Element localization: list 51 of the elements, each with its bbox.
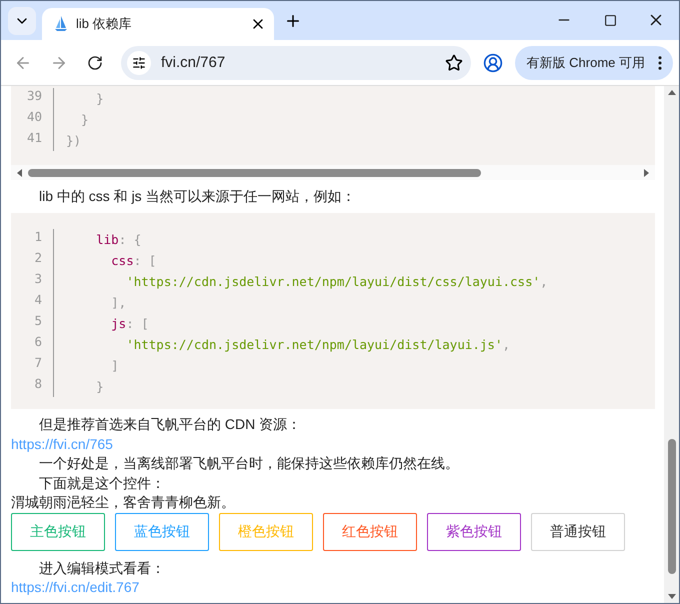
code-line: 'https://cdn.jsdelivr.net/npm/layui/dist/css/layui.css', bbox=[125, 273, 548, 291]
code-line: } bbox=[95, 378, 104, 396]
code-line: } bbox=[80, 111, 89, 129]
paragraph: 进入编辑模式看看： bbox=[38, 558, 166, 578]
paragraph: lib 中的 css 和 js 当然可以来源于任一网站，例如： bbox=[38, 187, 357, 206]
paragraph: 一个好处是，当离线部署飞帆平台时，能保持这些依赖库仍然在线。 bbox=[38, 454, 460, 473]
line-number: 3 bbox=[11, 271, 54, 292]
browser-tab[interactable]: lib 依赖库 bbox=[42, 8, 274, 40]
maximize-icon[interactable] bbox=[604, 14, 616, 26]
profile-icon[interactable] bbox=[482, 52, 503, 72]
link[interactable]: https://fvi.cn/765 bbox=[11, 434, 655, 454]
line-number: 2 bbox=[11, 250, 54, 271]
outline-button[interactable]: 普通按钮 bbox=[531, 512, 625, 550]
line-number: 8 bbox=[11, 376, 54, 397]
line-number: 5 bbox=[11, 313, 54, 334]
vertical-scrollbar[interactable] bbox=[664, 86, 679, 603]
new-tab-icon[interactable] bbox=[284, 12, 302, 30]
line-number: 40 bbox=[11, 109, 54, 130]
line-number: 4 bbox=[11, 292, 54, 313]
line-number: 39 bbox=[11, 88, 54, 109]
code-line: } bbox=[95, 90, 104, 108]
paragraph: 但是推荐首选来自飞帆平台的 CDN 资源： bbox=[38, 415, 302, 434]
paragraph: 渭城朝雨浥轻尘，客舍青青柳色新。 bbox=[11, 493, 236, 512]
outline-button[interactable]: 红色按钮 bbox=[323, 512, 417, 550]
code-line: css: [ bbox=[110, 252, 156, 270]
tab-list-button[interactable] bbox=[8, 7, 36, 35]
reload-icon[interactable] bbox=[87, 54, 103, 70]
outline-button[interactable]: 橙色按钮 bbox=[219, 512, 313, 550]
horizontal-scrollbar[interactable] bbox=[11, 165, 655, 180]
outline-button[interactable]: 主色按钮 bbox=[11, 512, 105, 550]
code-line: js: [ bbox=[110, 315, 149, 333]
paragraph: 下面就是这个控件： bbox=[38, 474, 166, 492]
site-info-icon[interactable] bbox=[132, 56, 146, 70]
code-line: ] bbox=[110, 357, 119, 375]
code-line: lib: { bbox=[95, 231, 142, 249]
line-number: 41 bbox=[11, 130, 54, 151]
update-button[interactable]: 有新版 Chrome 可用 bbox=[514, 46, 673, 80]
code-line: }) bbox=[65, 132, 82, 150]
link[interactable]: https://fvi.cn/edit.767 bbox=[11, 578, 655, 598]
outline-button[interactable]: 蓝色按钮 bbox=[115, 512, 209, 550]
line-number: 1 bbox=[11, 229, 54, 250]
code-line: 'https://cdn.jsdelivr.net/npm/layui/dist/layui.js', bbox=[125, 336, 510, 354]
star-icon[interactable] bbox=[444, 54, 463, 72]
line-number: 7 bbox=[11, 355, 54, 376]
tab-title: lib 依赖库 bbox=[76, 15, 133, 33]
line-number: 6 bbox=[11, 334, 54, 355]
address-text: fvi.cn/767 bbox=[161, 54, 226, 71]
address-bar[interactable]: fvi.cn/767 bbox=[121, 46, 471, 80]
sail-logo-icon bbox=[54, 16, 68, 32]
outline-button[interactable]: 紫色按钮 bbox=[427, 512, 521, 550]
code-line: ], bbox=[110, 294, 126, 312]
